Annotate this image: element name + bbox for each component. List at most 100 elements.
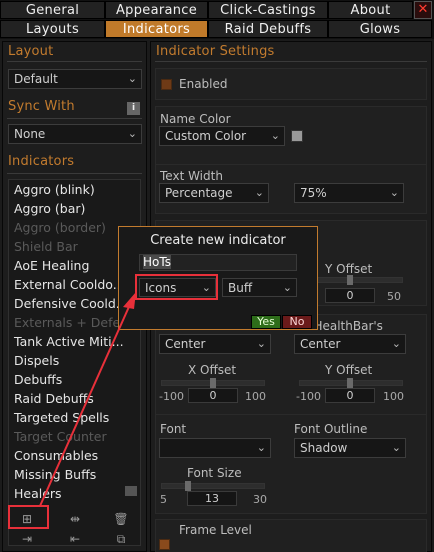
list-item[interactable]: Raid Debuffs bbox=[9, 389, 140, 408]
text-width-label: Text Width bbox=[160, 169, 223, 183]
rename-indicator-button[interactable]: ⇹ bbox=[65, 511, 85, 527]
delete-indicator-button[interactable]: 🗑 bbox=[111, 511, 131, 527]
layout-value: Default bbox=[14, 72, 58, 86]
relative-value: Center bbox=[300, 337, 341, 351]
divider bbox=[7, 173, 142, 174]
tab-glows[interactable]: Glows bbox=[328, 20, 432, 38]
sync-dropdown[interactable]: None ⌄ bbox=[8, 124, 142, 144]
dialog-title: Create new indicator bbox=[150, 233, 286, 248]
x-offset-value[interactable]: 0 bbox=[188, 388, 238, 403]
anchor-dropdown[interactable]: Center ⌄ bbox=[159, 334, 271, 354]
font-size-slider-knob[interactable] bbox=[185, 481, 191, 491]
text-width-percent-dropdown[interactable]: 75% ⌄ bbox=[294, 183, 404, 203]
text-width-value: Percentage bbox=[165, 186, 233, 200]
copy-indicator-button[interactable]: ⧉ bbox=[111, 531, 131, 547]
indicator-type-value: Icons bbox=[145, 281, 177, 295]
color-swatch[interactable] bbox=[291, 130, 303, 142]
trash-icon: 🗑 bbox=[113, 512, 129, 526]
tab-indicators[interactable]: Indicators bbox=[105, 20, 208, 38]
no-button[interactable]: No bbox=[282, 315, 312, 329]
chevron-down-icon: ⌄ bbox=[270, 129, 280, 142]
chevron-down-icon: ⌄ bbox=[127, 72, 137, 85]
list-item[interactable]: Tank Active Miti... bbox=[9, 332, 140, 351]
list-item[interactable]: Target Counter bbox=[9, 427, 140, 446]
y-offset-slider-knob[interactable] bbox=[347, 275, 353, 285]
font-size-slider[interactable] bbox=[161, 483, 265, 489]
font-outline-value: Shadow bbox=[300, 441, 348, 455]
font-label: Font bbox=[160, 422, 187, 436]
font-dropdown[interactable]: ⌄ bbox=[159, 438, 271, 458]
copy-icon: ⧉ bbox=[116, 532, 126, 546]
name-color-label: Name Color bbox=[160, 112, 231, 126]
chevron-down-icon: ⌄ bbox=[256, 441, 266, 454]
enabled-label: Enabled bbox=[179, 77, 228, 91]
tab-general[interactable]: General bbox=[0, 1, 105, 19]
export-indicator-button[interactable]: ⇤ bbox=[65, 531, 85, 547]
rename-icon: ⇹ bbox=[69, 512, 81, 526]
list-item[interactable]: Debuffs bbox=[9, 370, 140, 389]
aura-type-dropdown[interactable]: Buff ⌄ bbox=[222, 278, 297, 297]
settings-title: Indicator Settings bbox=[156, 44, 275, 59]
indicator-name-input[interactable]: HoTs bbox=[139, 254, 297, 271]
font-outline-label: Font Outline bbox=[294, 422, 368, 436]
add-indicator-button[interactable]: ⊞ bbox=[17, 511, 37, 527]
x-offset-label: X Offset bbox=[188, 363, 237, 377]
list-item[interactable]: Missing Buffs bbox=[9, 465, 140, 484]
create-indicator-dialog: Create new indicator HoTs Icons ⌄ Buff ⌄… bbox=[118, 226, 318, 330]
tab-click-castings[interactable]: Click-Castings bbox=[208, 1, 328, 19]
info-icon[interactable]: i bbox=[127, 102, 140, 115]
import-indicator-button[interactable]: ⇥ bbox=[17, 531, 37, 547]
scrollbar-thumb[interactable] bbox=[125, 486, 137, 496]
font-size-max: 30 bbox=[253, 493, 267, 506]
indicators-section-title: Indicators bbox=[8, 154, 75, 169]
chevron-down-icon: ⌄ bbox=[256, 337, 266, 350]
chevron-down-icon: ⌄ bbox=[254, 186, 264, 199]
list-item[interactable]: Dispels bbox=[9, 351, 140, 370]
y-offset2-max: 100 bbox=[383, 390, 404, 403]
chevron-down-icon: ⌄ bbox=[282, 281, 292, 294]
divider bbox=[155, 61, 427, 62]
list-item[interactable]: Consumables bbox=[9, 446, 140, 465]
name-color-value: Custom Color bbox=[165, 129, 247, 143]
list-item[interactable]: Aggro (blink) bbox=[9, 180, 140, 199]
tab-bar: General Appearance Click-Castings About … bbox=[0, 0, 434, 39]
list-item[interactable]: Healers bbox=[9, 484, 140, 503]
y-offset2-slider-knob[interactable] bbox=[347, 378, 353, 388]
chevron-down-icon: ⌄ bbox=[391, 441, 401, 454]
x-offset-slider-knob[interactable] bbox=[210, 378, 216, 388]
text-width-dropdown[interactable]: Percentage ⌄ bbox=[159, 183, 269, 203]
y-offset-max: 50 bbox=[387, 290, 401, 303]
y-offset2-value[interactable]: 0 bbox=[325, 388, 375, 403]
x-offset-min: -100 bbox=[159, 390, 184, 403]
sync-section-title: Sync With bbox=[8, 99, 75, 114]
frame-level-label: Frame Level bbox=[179, 523, 252, 537]
list-item[interactable]: Targeted Spells bbox=[9, 408, 140, 427]
tab-raid-debuffs[interactable]: Raid Debuffs bbox=[208, 20, 328, 38]
y-offset-value[interactable]: 0 bbox=[325, 288, 375, 303]
close-button[interactable]: ✕ bbox=[414, 1, 432, 19]
yes-button[interactable]: Yes bbox=[251, 315, 281, 329]
y-offset-label: Y Offset bbox=[325, 262, 373, 276]
chevron-down-icon: ⌄ bbox=[127, 127, 137, 140]
layout-dropdown[interactable]: Default ⌄ bbox=[8, 69, 142, 89]
chevron-down-icon: ⌄ bbox=[201, 281, 211, 294]
font-outline-dropdown[interactable]: Shadow ⌄ bbox=[294, 438, 406, 458]
import-icon: ⇥ bbox=[21, 532, 33, 546]
export-icon: ⇤ bbox=[69, 532, 81, 546]
relative-dropdown[interactable]: Center ⌄ bbox=[294, 334, 406, 354]
aura-type-value: Buff bbox=[228, 281, 253, 295]
anchor-value: Center bbox=[165, 337, 206, 351]
divider bbox=[7, 61, 142, 62]
tab-layouts[interactable]: Layouts bbox=[0, 20, 105, 38]
tab-about[interactable]: About bbox=[328, 1, 413, 19]
text-width-percent-value: 75% bbox=[300, 186, 327, 200]
font-size-min: 5 bbox=[160, 493, 167, 506]
frame-level-slider-knob[interactable] bbox=[159, 539, 170, 550]
font-size-value[interactable]: 13 bbox=[187, 491, 237, 506]
tab-appearance[interactable]: Appearance bbox=[105, 1, 208, 19]
y-offset2-label: Y Offset bbox=[325, 363, 373, 377]
indicator-type-dropdown[interactable]: Icons ⌄ bbox=[139, 278, 216, 297]
list-item[interactable]: Aggro (bar) bbox=[9, 199, 140, 218]
name-color-dropdown[interactable]: Custom Color ⌄ bbox=[159, 126, 285, 146]
enabled-checkbox[interactable] bbox=[161, 79, 172, 90]
